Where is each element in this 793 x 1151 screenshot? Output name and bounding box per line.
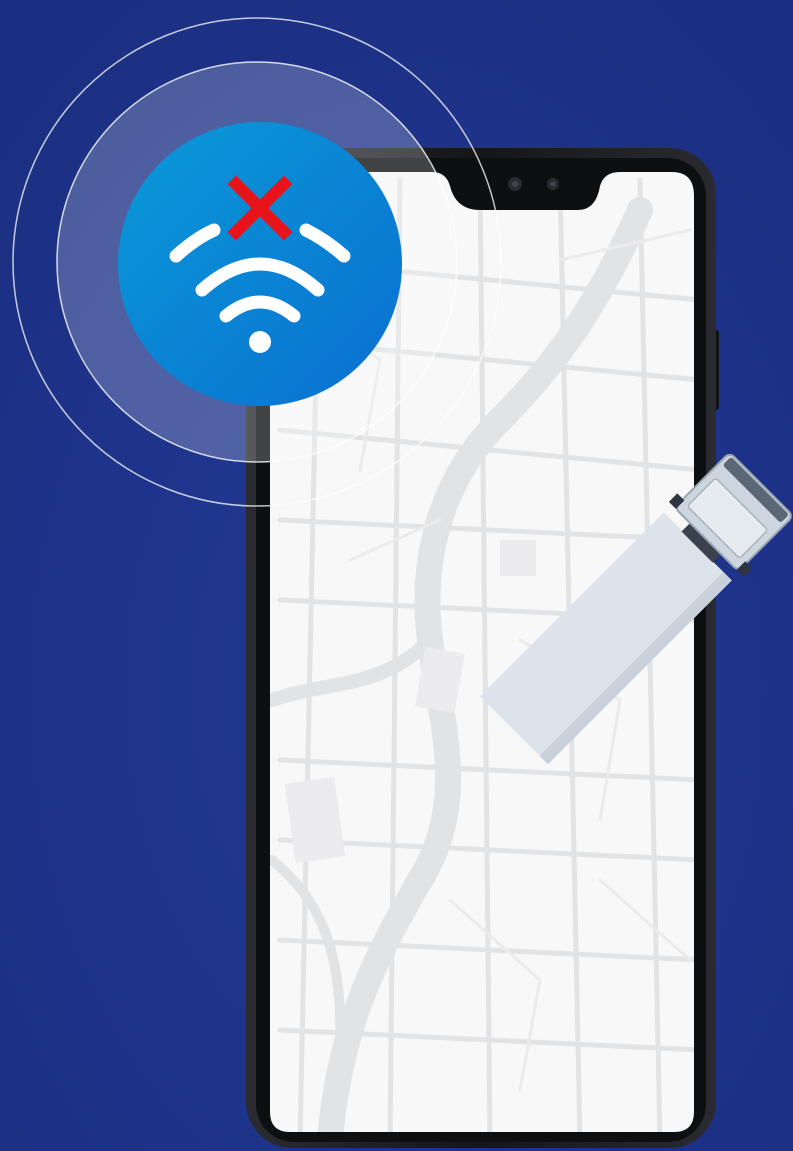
wifi-dot (249, 331, 271, 353)
illustration-canvas (0, 0, 793, 1151)
offline-tracking-illustration (0, 0, 793, 1151)
